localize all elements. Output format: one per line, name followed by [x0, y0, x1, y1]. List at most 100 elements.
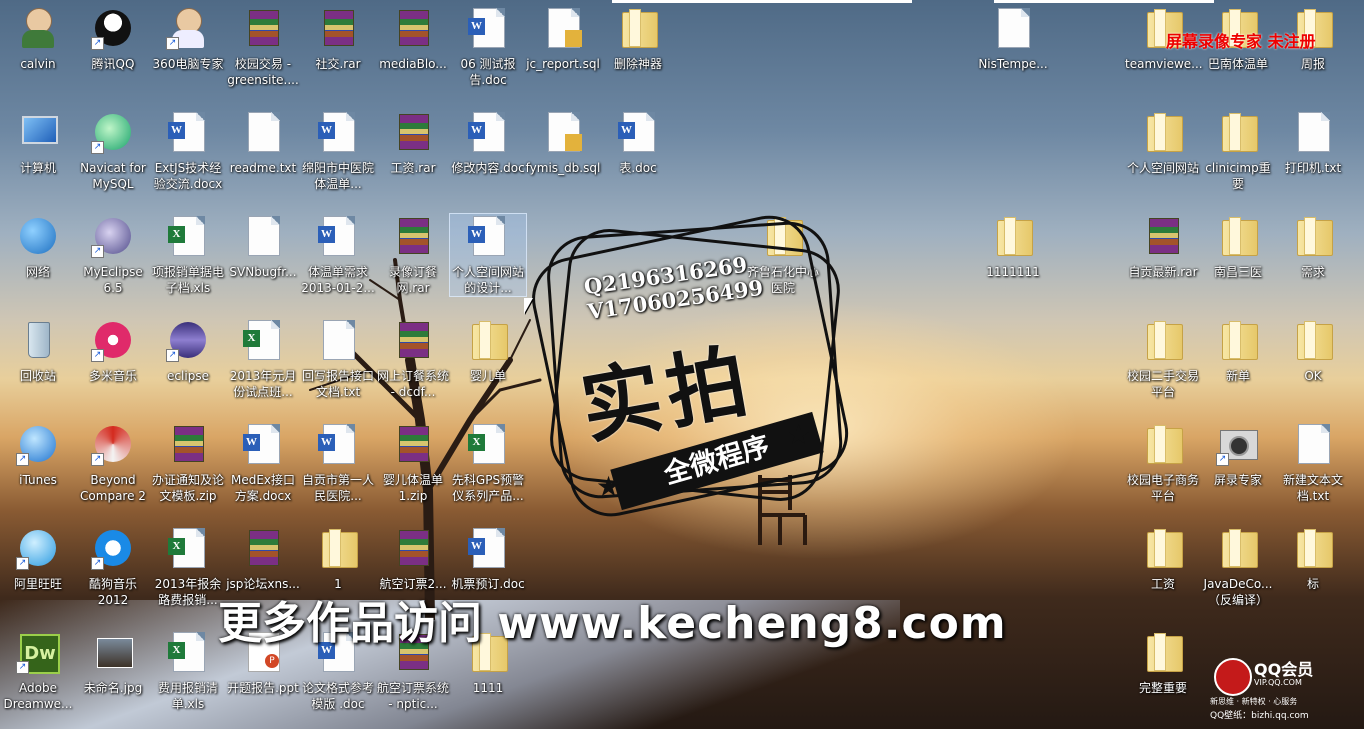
shortcut-arrow-icon: ↗	[166, 37, 179, 50]
desktop-icon[interactable]: ↗ 腾讯QQ	[75, 6, 151, 72]
top-edge-window	[612, 0, 912, 3]
icon-graphic	[391, 526, 435, 570]
desktop-icon[interactable]: W 自贡市第一人民医院...	[300, 422, 376, 504]
desktop-icon[interactable]: W ExtJS技术经验交流.docx	[150, 110, 226, 192]
desktop-icon[interactable]: W 体温单需求2013-01-2...	[300, 214, 376, 296]
desktop-icon[interactable]: 网络	[0, 214, 76, 280]
desktop-icon-label: 校园电子商务平台	[1126, 473, 1199, 503]
icon-graphic: X	[466, 422, 510, 466]
desktop-icon[interactable]: 需求	[1275, 214, 1351, 280]
desktop-icon-label: 需求	[1300, 265, 1325, 279]
desktop-icon[interactable]: jsp论坛xns...	[225, 526, 301, 592]
desktop-icon-label: 360电脑专家	[152, 57, 224, 71]
desktop-icon[interactable]: 打印机.txt	[1275, 110, 1351, 176]
desktop-icon[interactable]: 工资	[1125, 526, 1201, 592]
desktop-icon[interactable]: JavaDeCo... （反编译）	[1200, 526, 1276, 608]
desktop-icon[interactable]: clinicimp重要	[1200, 110, 1276, 192]
desktop-icon-label: 网络	[25, 265, 50, 279]
desktop-icon[interactable]: 标	[1275, 526, 1351, 592]
desktop-icon[interactable]: ↗ eclipse	[150, 318, 226, 384]
desktop[interactable]: calvin ↗ 腾讯QQ ↗ 360电脑专家 校园交易 - greensite.... 社…	[0, 0, 1364, 729]
desktop-icon[interactable]: ↗ Navicat for MySQL	[75, 110, 151, 192]
desktop-icon[interactable]: ↗ 多米音乐	[75, 318, 151, 384]
text-file-icon	[248, 216, 280, 256]
rar-archive-icon	[399, 530, 429, 566]
desktop-icon[interactable]: 回写报告接口文档.txt	[300, 318, 376, 400]
desktop-icon[interactable]: SVNbugfr...	[225, 214, 301, 280]
desktop-icon[interactable]: W 绵阳市中医院体温单...	[300, 110, 376, 192]
desktop-icon-label: mediaBlo...	[379, 57, 447, 71]
icon-graphic	[991, 6, 1035, 50]
desktop-icon[interactable]: X 项报销单据电子档.xls	[150, 214, 226, 296]
desktop-icon[interactable]: 工资.rar	[375, 110, 451, 176]
desktop-icon[interactable]: ↗ Beyond Compare 2	[75, 422, 151, 504]
desktop-icon[interactable]: W 06 测试报告.doc	[450, 6, 526, 88]
desktop-icon[interactable]: Dw ↗ Adobe Dreamwe...	[0, 630, 76, 712]
desktop-icon-label: 论文格式参考模版 .doc	[301, 681, 374, 711]
desktop-icon[interactable]: ↗ MyEclipse 6.5	[75, 214, 151, 296]
desktop-icon[interactable]: ↗ 360电脑专家	[150, 6, 226, 72]
desktop-icon[interactable]: 1111111	[975, 214, 1051, 280]
desktop-icon[interactable]: 校园电子商务平台	[1125, 422, 1201, 504]
desktop-icon[interactable]: 新建文本文档.txt	[1275, 422, 1351, 504]
folder-icon	[1147, 633, 1183, 672]
desktop-icon[interactable]: fymis_db.sql	[525, 110, 601, 176]
desktop-icon[interactable]: W MedEx接口方案.docx	[225, 422, 301, 504]
desktop-icon[interactable]: 1	[300, 526, 376, 592]
desktop-icon[interactable]: W 个人空间网站的设计...	[449, 213, 527, 297]
qq-penguin-icon	[1214, 658, 1252, 696]
icon-graphic: ↗	[16, 422, 60, 466]
desktop-icon[interactable]: W 修改内容.doc	[450, 110, 526, 176]
icon-graphic: W	[466, 526, 510, 570]
desktop-icon[interactable]: X 2013年报余路费报销...	[150, 526, 226, 608]
desktop-icon[interactable]: calvin	[0, 6, 76, 72]
desktop-icon[interactable]: jc_report.sql	[525, 6, 601, 72]
desktop-icon[interactable]: X 费用报销清单.xls	[150, 630, 226, 712]
desktop-icon[interactable]: ↗ iTunes	[0, 422, 76, 488]
desktop-icon[interactable]: 完整重要	[1125, 630, 1201, 696]
desktop-icon[interactable]: W 机票预订.doc	[450, 526, 526, 592]
desktop-icon[interactable]: 自贡最新.rar	[1125, 214, 1201, 280]
desktop-icon[interactable]: 计算机	[0, 110, 76, 176]
desktop-icon[interactable]: W 表.doc	[600, 110, 676, 176]
desktop-icon[interactable]: 未命名.jpg	[75, 630, 151, 696]
desktop-icon[interactable]: mediaBlo...	[375, 6, 451, 72]
desktop-icon[interactable]: ↗ 阿里旺旺	[0, 526, 76, 592]
desktop-icon[interactable]: 录像订餐网.rar	[375, 214, 451, 296]
desktop-icon[interactable]: NisTempe...	[975, 6, 1051, 72]
desktop-icon[interactable]: 航空订票2...	[375, 526, 451, 592]
desktop-icon[interactable]: ↗ 酷狗音乐2012	[75, 526, 151, 608]
desktop-icon[interactable]: 网上订餐系统 - dcdf...	[375, 318, 451, 400]
shortcut-arrow-icon: ↗	[16, 453, 29, 466]
icon-graphic: X	[166, 526, 210, 570]
rar-archive-icon	[399, 10, 429, 46]
desktop-icon[interactable]: X 2013年元月份试点班...	[225, 318, 301, 400]
desktop-icon-label: 修改内容.doc	[451, 161, 525, 175]
desktop-icon-label: 计算机	[19, 161, 56, 175]
desktop-icon[interactable]: X 先科GPS预警仪系列产品...	[450, 422, 526, 504]
rar-archive-icon	[399, 322, 429, 358]
desktop-icon[interactable]: 婴儿体温单1.zip	[375, 422, 451, 504]
desktop-icon[interactable]: 南昌三医	[1200, 214, 1276, 280]
desktop-icon[interactable]: OK	[1275, 318, 1351, 384]
desktop-icon[interactable]: 回收站	[0, 318, 76, 384]
icon-graphic: W	[316, 110, 360, 154]
desktop-icon-label: 体温单需求2013-01-2...	[301, 265, 375, 295]
desktop-icon-label: 巴南体温单	[1207, 57, 1268, 71]
icon-graphic	[1141, 630, 1185, 674]
desktop-icon[interactable]: 婴儿单	[450, 318, 526, 384]
desktop-icon-label: 自贡市第一人民医院...	[301, 473, 374, 503]
desktop-icon[interactable]: 校园交易 - greensite....	[225, 6, 301, 88]
desktop-icon[interactable]: 新单	[1200, 318, 1276, 384]
desktop-icon[interactable]: readme.txt	[225, 110, 301, 176]
desktop-icon[interactable]: 校园二手交易平台	[1125, 318, 1201, 400]
desktop-icon[interactable]: ↗ 屏录专家	[1200, 422, 1276, 488]
icon-graphic	[1216, 214, 1260, 258]
desktop-icon[interactable]: 删除神器	[600, 6, 676, 72]
desktop-icon[interactable]: 社交.rar	[300, 6, 376, 72]
desktop-icon[interactable]: 个人空间网站	[1125, 110, 1201, 176]
desktop-icon[interactable]: 办证通知及论文模板.zip	[150, 422, 226, 504]
folder-icon	[322, 529, 358, 568]
icon-graphic	[1291, 422, 1335, 466]
icon-graphic	[1141, 110, 1185, 154]
